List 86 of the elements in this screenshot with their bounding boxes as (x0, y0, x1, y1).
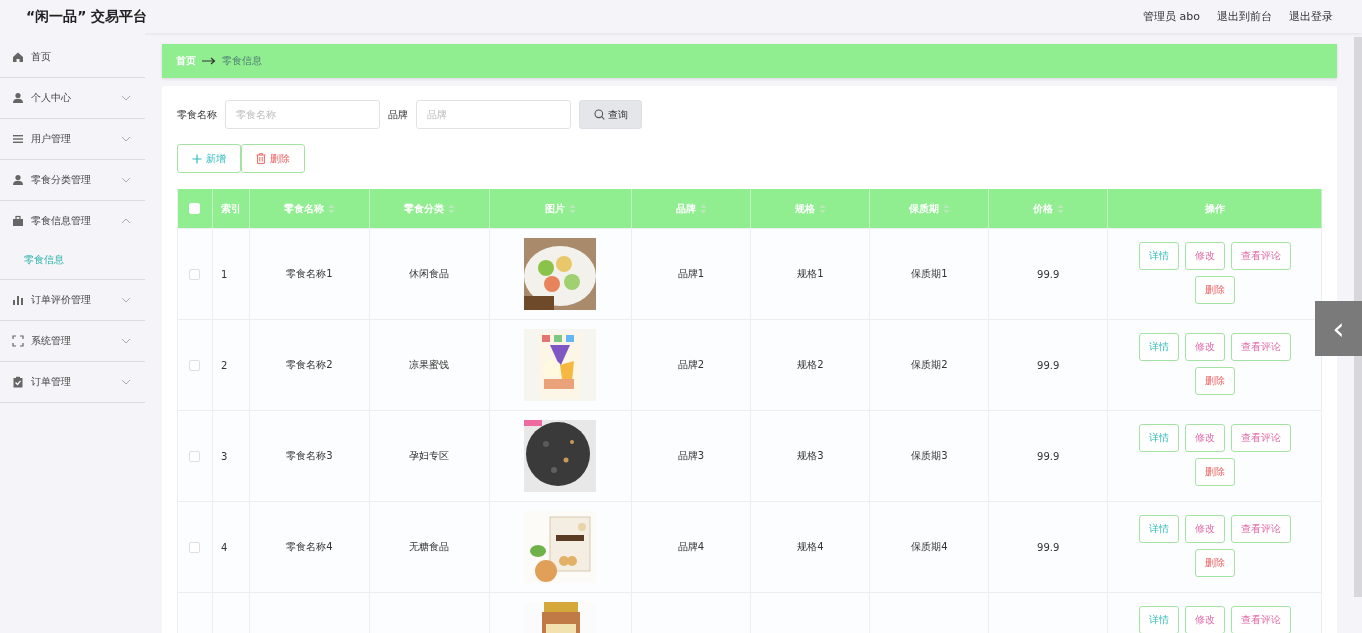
sidebar-item[interactable]: 零食信息管理 (0, 201, 145, 241)
table-cell: 休闲食品 (409, 267, 450, 281)
detail-button[interactable]: 详情 (1138, 424, 1179, 452)
table-cell: 无糖食品 (409, 540, 450, 554)
frame-icon (12, 335, 24, 347)
comments-button[interactable]: 查看评论 (1230, 606, 1291, 633)
select-all-checkbox[interactable] (189, 203, 201, 214)
table-cell: 规格3 (797, 449, 824, 463)
sidebar-item[interactable]: 订单评价管理 (0, 280, 145, 320)
breadcrumb-link[interactable]: 零食信息 (222, 54, 262, 68)
delete-button[interactable]: 删除 (1194, 276, 1235, 304)
detail-button[interactable]: 详情 (1138, 606, 1179, 633)
table-cell: 保质期4 (911, 540, 948, 554)
side-handle[interactable]: ‹ (1315, 301, 1362, 356)
delete-button[interactable]: 删除 (1194, 549, 1235, 577)
edit-button[interactable]: 修改 (1184, 424, 1225, 452)
comments-button[interactable]: 查看评论 (1230, 515, 1291, 543)
sidebar-item[interactable]: 用户管理 (0, 119, 145, 159)
header-link[interactable]: 退出登录 (1289, 9, 1333, 24)
user-name: 管理员 abo (1143, 9, 1200, 24)
comments-button[interactable]: 查看评论 (1230, 424, 1291, 452)
person-icon (12, 92, 24, 104)
edit-button[interactable]: 修改 (1184, 606, 1225, 633)
table-cell: 保质期2 (911, 358, 948, 372)
field-label: 品牌 (388, 107, 408, 122)
sidebar-item[interactable]: 系统管理 (0, 321, 145, 361)
list-icon (12, 133, 24, 145)
edit-button[interactable]: 修改 (1184, 242, 1225, 270)
row-checkbox[interactable] (189, 541, 201, 553)
comments-button[interactable]: 查看评论 (1230, 242, 1291, 270)
arrow-icon (202, 57, 216, 65)
search-field[interactable]: 零食名称 (225, 100, 380, 129)
sidebar-subitem[interactable]: 零食信息 (0, 241, 145, 279)
table-cell: 零食名称2 (286, 358, 333, 372)
home-icon (12, 51, 24, 63)
delete-button[interactable]: 删除 (241, 144, 305, 173)
sidebar-item[interactable]: 首页 (0, 37, 145, 77)
delete-button[interactable]: 删除 (1194, 367, 1235, 395)
clipboard-icon (12, 376, 24, 388)
edit-button[interactable]: 修改 (1184, 515, 1225, 543)
sidebar-item[interactable]: 订单管理 (0, 362, 145, 402)
table-cell: 孕妇专区 (409, 449, 450, 463)
table-cell: 规格2 (797, 358, 824, 372)
table-cell: 99.9 (1037, 359, 1060, 371)
search-icon (593, 109, 605, 120)
table-cell: 保质期1 (911, 267, 948, 281)
table-cell: 规格1 (797, 267, 824, 281)
table-cell: 规格4 (797, 540, 824, 554)
table-cell: 2 (220, 359, 228, 371)
add-button[interactable]: 新增 (177, 144, 241, 173)
bar-chart-icon (12, 294, 24, 306)
table-cell: 1 (220, 268, 228, 280)
table-cell: 保质期3 (911, 449, 948, 463)
table-cell: 99.9 (1037, 541, 1060, 553)
table-cell: 零食名称4 (286, 540, 333, 554)
table-cell: 零食名称3 (286, 449, 333, 463)
table-cell: 4 (220, 541, 228, 553)
briefcase-icon (12, 215, 24, 227)
edit-button[interactable]: 修改 (1184, 333, 1225, 361)
table-cell: 99.9 (1037, 450, 1060, 462)
comments-button[interactable]: 查看评论 (1230, 333, 1291, 361)
sidebar-item[interactable]: 零食分类管理 (0, 160, 145, 200)
detail-button[interactable]: 详情 (1138, 242, 1179, 270)
delete-button[interactable]: 删除 (1194, 458, 1235, 486)
plus-icon (192, 153, 202, 164)
trash-icon (256, 153, 266, 164)
row-checkbox[interactable] (189, 268, 201, 280)
table-cell: 3 (220, 450, 228, 462)
table-cell: 品牌1 (677, 267, 705, 281)
row-checkbox[interactable] (189, 450, 201, 462)
table-cell: 品牌4 (677, 540, 705, 554)
person-icon (12, 174, 24, 186)
table-cell: 零食名称1 (286, 267, 333, 281)
sidebar-item[interactable]: 个人中心 (0, 78, 145, 118)
table-cell: 品牌2 (677, 358, 705, 372)
detail-button[interactable]: 详情 (1138, 515, 1179, 543)
row-checkbox[interactable] (189, 359, 201, 371)
search-button[interactable]: 查询 (579, 100, 642, 129)
site-title: “闲一品” 交易平台 (26, 7, 148, 26)
detail-button[interactable]: 详情 (1138, 333, 1179, 361)
header-link[interactable]: 退出到前台 (1217, 9, 1272, 24)
table-cell: 品牌3 (677, 449, 705, 463)
table-cell: 凉果蜜饯 (409, 358, 450, 372)
field-label: 零食名称 (177, 107, 217, 122)
table-cell: 99.9 (1037, 268, 1060, 280)
scrollbar[interactable] (1354, 37, 1362, 597)
